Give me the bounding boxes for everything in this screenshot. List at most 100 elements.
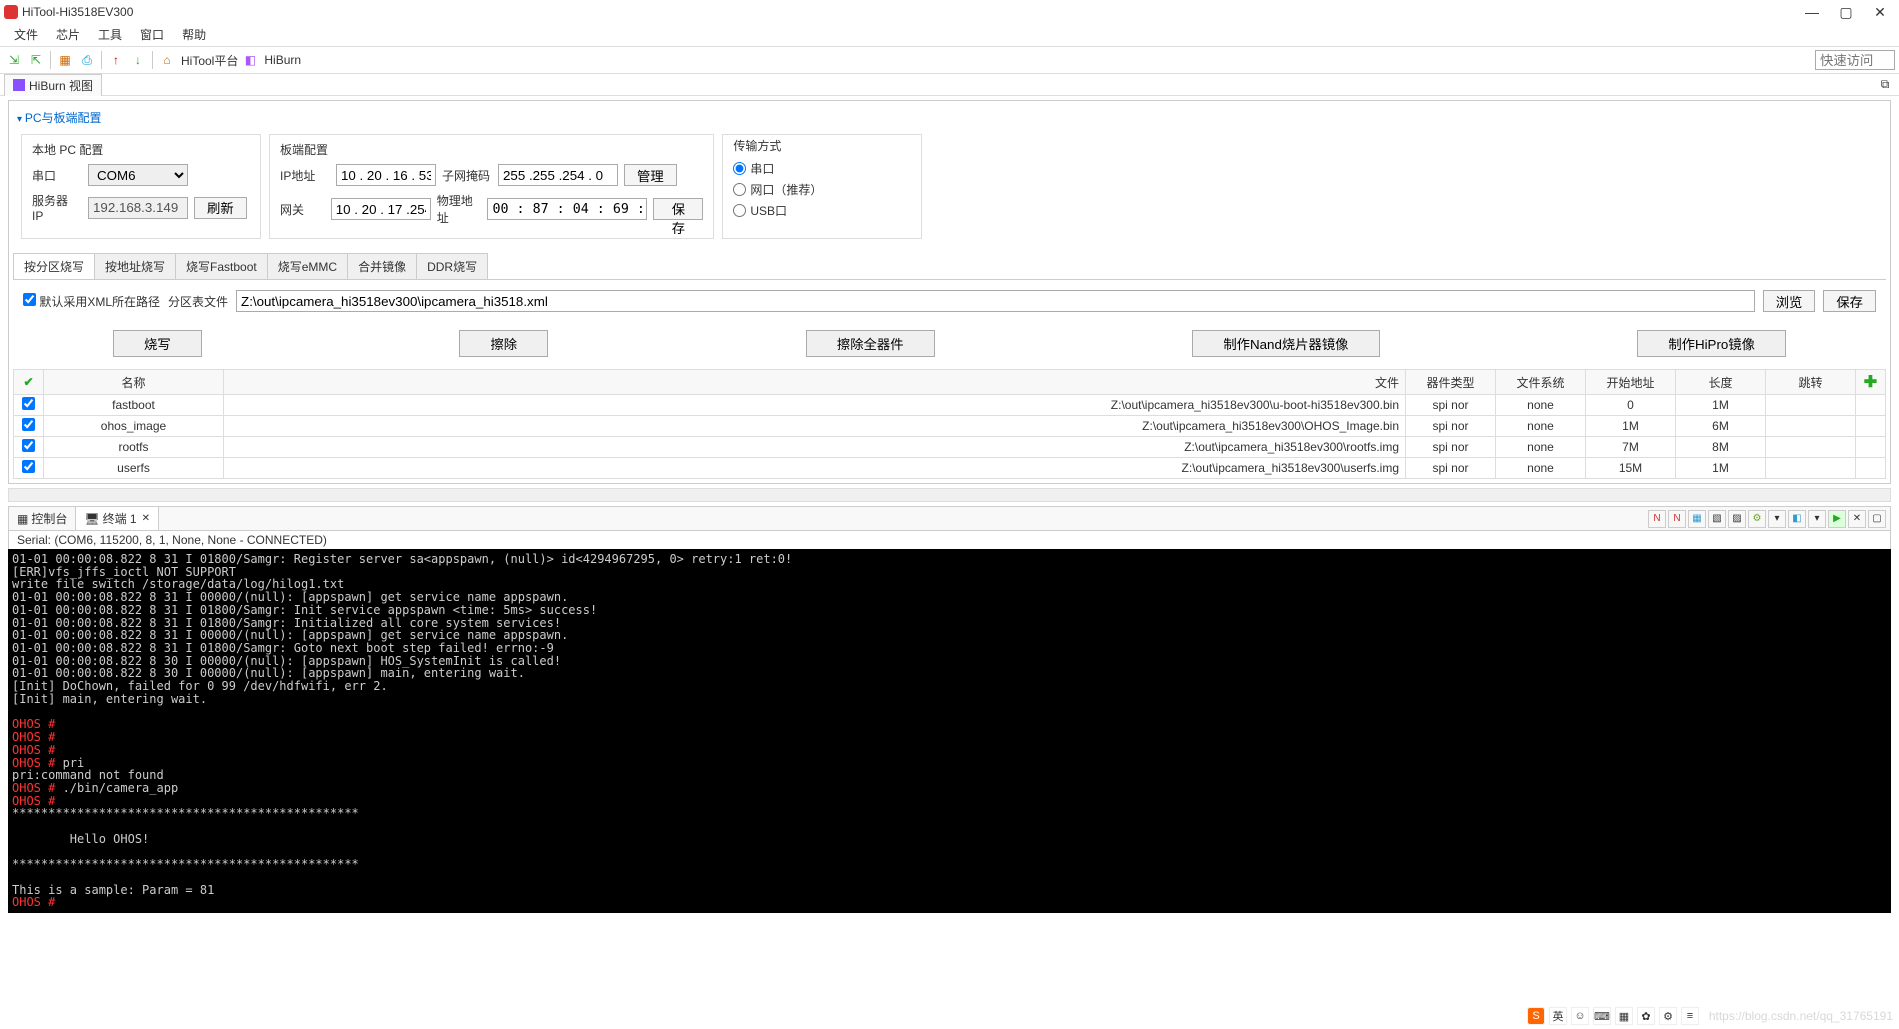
quick-access-input[interactable] [1815,50,1895,70]
netmask-input[interactable] [498,164,618,186]
minimize-button[interactable]: — [1797,2,1827,22]
tab-fastboot[interactable]: 烧写Fastboot [175,253,268,279]
menu-chip[interactable]: 芯片 [48,24,88,46]
menu-help[interactable]: 帮助 [174,24,214,46]
server-ip-input[interactable] [88,197,188,219]
radio-serial[interactable] [733,162,746,175]
row-start: 7M [1586,437,1676,458]
ime-a[interactable]: ☺ [1571,1007,1589,1025]
ime-b[interactable]: ⌨ [1593,1007,1611,1025]
tb-icon-2[interactable]: ⇱ [26,50,46,70]
tab-merge[interactable]: 合并镜像 [347,253,417,279]
table-row[interactable]: rootfs Z:\out\ipcamera_hi3518ev300\rootf… [14,437,1886,458]
tb-icon-3[interactable]: ▦ [55,50,75,70]
serial-select[interactable]: COM6 [88,164,188,186]
row-check[interactable] [22,439,35,452]
tb-icon-5[interactable]: ↑ [106,50,126,70]
tab-emmc[interactable]: 烧写eMMC [267,253,348,279]
view-restore-icon[interactable]: ⧉ [1875,75,1895,95]
config-header[interactable]: PC与板端配置 [13,105,1886,130]
tb-icon-6[interactable]: ↓ [128,50,148,70]
terminal-output[interactable]: 01-01 00:00:08.822 8 31 I 01800/Samgr: R… [8,549,1891,913]
ime-d[interactable]: ✿ [1637,1007,1655,1025]
row-fs: none [1496,437,1586,458]
row-check[interactable] [22,418,35,431]
term-btn-max[interactable]: ▢ [1868,510,1886,528]
burn-button[interactable]: 烧写 [113,330,202,357]
save-file-button[interactable]: 保存 [1823,290,1876,312]
tb-icon-1[interactable]: ⇲ [4,50,24,70]
ime-f[interactable]: ≡ [1681,1007,1699,1025]
header-add[interactable]: ✚ [1856,370,1886,395]
menu-window[interactable]: 窗口 [132,24,172,46]
hiburn-label[interactable]: HiBurn [264,53,301,67]
ime-e[interactable]: ⚙ [1659,1007,1677,1025]
part-file-input[interactable] [236,290,1755,312]
term-btn-3[interactable]: ▦ [1688,510,1706,528]
radio-usb[interactable] [733,204,746,217]
default-xml-checkbox[interactable]: 默认采用XML所在路径 [23,293,160,310]
make-nand-button[interactable]: 制作Nand烧片器镜像 [1192,330,1379,357]
maximize-button[interactable]: ▢ [1831,2,1861,22]
header-len: 长度 [1676,370,1766,395]
row-len: 1M [1676,458,1766,479]
term-btn-2[interactable]: N [1668,510,1686,528]
save-board-button[interactable]: 保存 [653,198,703,220]
console-tab[interactable]: ▦ 控制台 [9,507,76,530]
term-btn-8[interactable]: ◧ [1788,510,1806,528]
manage-button[interactable]: 管理 [624,164,677,186]
sogou-icon[interactable]: S [1527,1007,1545,1025]
term-btn-9[interactable]: ▾ [1808,510,1826,528]
refresh-button[interactable]: 刷新 [194,197,247,219]
view-tab-hiburn[interactable]: HiBurn 视图 [4,74,102,96]
term-btn-run[interactable]: ▶ [1828,510,1846,528]
row-extra [1856,437,1886,458]
local-title: 本地 PC 配置 [32,141,250,158]
netmask-label: 子网掩码 [442,167,492,184]
tb-icon-4[interactable]: ⎙ [77,50,97,70]
term-btn-4[interactable]: ▧ [1708,510,1726,528]
term-btn-stop[interactable]: ✕ [1848,510,1866,528]
horizontal-scrollbar[interactable] [8,488,1891,502]
make-hipro-button[interactable]: 制作HiPro镜像 [1637,330,1786,357]
terminal-tab[interactable]: 🖥 终端 1 ✕ [76,507,159,530]
table-row[interactable]: ohos_image Z:\out\ipcamera_hi3518ev300\O… [14,416,1886,437]
table-row[interactable]: userfs Z:\out\ipcamera_hi3518ev300\userf… [14,458,1886,479]
ime-lang[interactable]: 英 [1549,1007,1567,1025]
view-tab-bar: HiBurn 视图 ⧉ [0,74,1899,96]
ip-input[interactable] [336,164,436,186]
ime-c[interactable]: ▦ [1615,1007,1633,1025]
ime-bar[interactable]: S 英 ☺ ⌨ ▦ ✿ ⚙ ≡ [1527,1007,1699,1025]
separator [101,51,102,69]
header-fs: 文件系统 [1496,370,1586,395]
term-btn-6[interactable]: ⚙ [1748,510,1766,528]
row-file: Z:\out\ipcamera_hi3518ev300\rootfs.img [224,437,1406,458]
tab-address[interactable]: 按地址烧写 [94,253,176,279]
radio-net[interactable] [733,183,746,196]
tab-ddr[interactable]: DDR烧写 [416,253,488,279]
gateway-input[interactable] [331,198,431,220]
erase-button[interactable]: 擦除 [459,330,548,357]
row-check[interactable] [22,397,35,410]
browse-button[interactable]: 浏览 [1763,290,1816,312]
erase-all-button[interactable]: 擦除全器件 [806,330,935,357]
term-btn-1[interactable]: N [1648,510,1666,528]
radio-net-label: 网口（推荐） [750,181,822,198]
row-devtype: spi nor [1406,437,1496,458]
menu-tool[interactable]: 工具 [90,24,130,46]
row-len: 6M [1676,416,1766,437]
mac-input[interactable] [487,198,647,220]
term-btn-5[interactable]: ▨ [1728,510,1746,528]
tab-partition[interactable]: 按分区烧写 [13,253,95,279]
hitool-platform-label[interactable]: HiTool平台 [181,52,238,69]
row-check[interactable] [22,460,35,473]
header-check[interactable]: ✔ [14,370,44,395]
toolbar: ⇲ ⇱ ▦ ⎙ ↑ ↓ ⌂ HiTool平台 ◧ HiBurn [0,46,1899,74]
menu-file[interactable]: 文件 [6,24,46,46]
hiburn-icon[interactable]: ◧ [240,50,260,70]
close-button[interactable]: ✕ [1865,2,1895,22]
table-row[interactable]: fastboot Z:\out\ipcamera_hi3518ev300\u-b… [14,395,1886,416]
close-tab-icon[interactable]: ✕ [142,513,150,524]
hitool-platform-icon[interactable]: ⌂ [157,50,177,70]
term-btn-7[interactable]: ▾ [1768,510,1786,528]
